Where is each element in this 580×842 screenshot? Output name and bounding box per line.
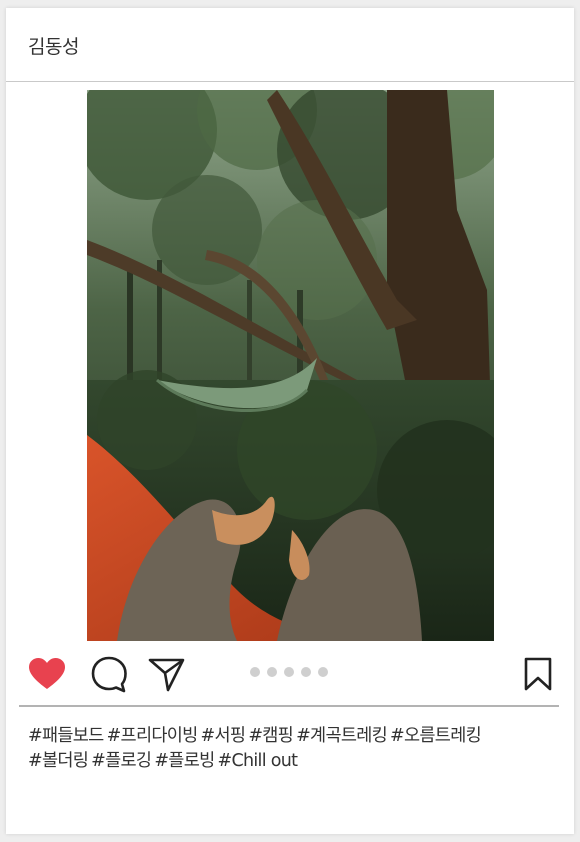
hashtag-caption: #패들보드 #프리다이빙 #서핑 #캠핑 #계곡트레킹 #오름트레킹 #볼더링 #플로깅 #플로… bbox=[28, 724, 558, 774]
paper-plane-icon[interactable] bbox=[148, 656, 186, 698]
carousel-dot[interactable] bbox=[267, 667, 277, 677]
post-photo[interactable] bbox=[87, 90, 494, 641]
comment-bubble-icon[interactable] bbox=[90, 656, 128, 698]
post-card: 김동성 #패들보드 #프리다이빙 #서핑 #캠핑 #계곡트레킹 #오름트레킹 #… bbox=[6, 8, 574, 834]
hashtag[interactable]: #패들보드 bbox=[28, 726, 104, 746]
carousel-dot[interactable] bbox=[318, 667, 328, 677]
hashtag[interactable]: #플로깅 bbox=[91, 751, 152, 771]
carousel-dot[interactable] bbox=[250, 667, 260, 677]
hashtag[interactable]: #오름트레킹 bbox=[390, 726, 482, 746]
photo-illustration bbox=[87, 90, 494, 641]
hashtag[interactable]: #Chill out bbox=[218, 751, 298, 771]
hashtag[interactable]: #서핑 bbox=[201, 726, 246, 746]
post-header: 김동성 bbox=[6, 8, 574, 82]
action-bar bbox=[6, 653, 574, 703]
hashtag[interactable]: #플로빙 bbox=[154, 751, 215, 771]
heart-icon[interactable] bbox=[28, 657, 66, 695]
hashtag[interactable]: #프리다이빙 bbox=[107, 726, 199, 746]
hashtag[interactable]: #캠핑 bbox=[248, 726, 293, 746]
hashtag[interactable]: #볼더링 bbox=[28, 751, 89, 771]
username[interactable]: 김동성 bbox=[28, 32, 79, 59]
carousel-dot[interactable] bbox=[301, 667, 311, 677]
divider bbox=[19, 705, 559, 707]
carousel-indicator bbox=[250, 667, 328, 679]
hashtag[interactable]: #계곡트레킹 bbox=[296, 726, 388, 746]
bookmark-icon[interactable] bbox=[523, 657, 553, 695]
carousel-dot[interactable] bbox=[284, 667, 294, 677]
